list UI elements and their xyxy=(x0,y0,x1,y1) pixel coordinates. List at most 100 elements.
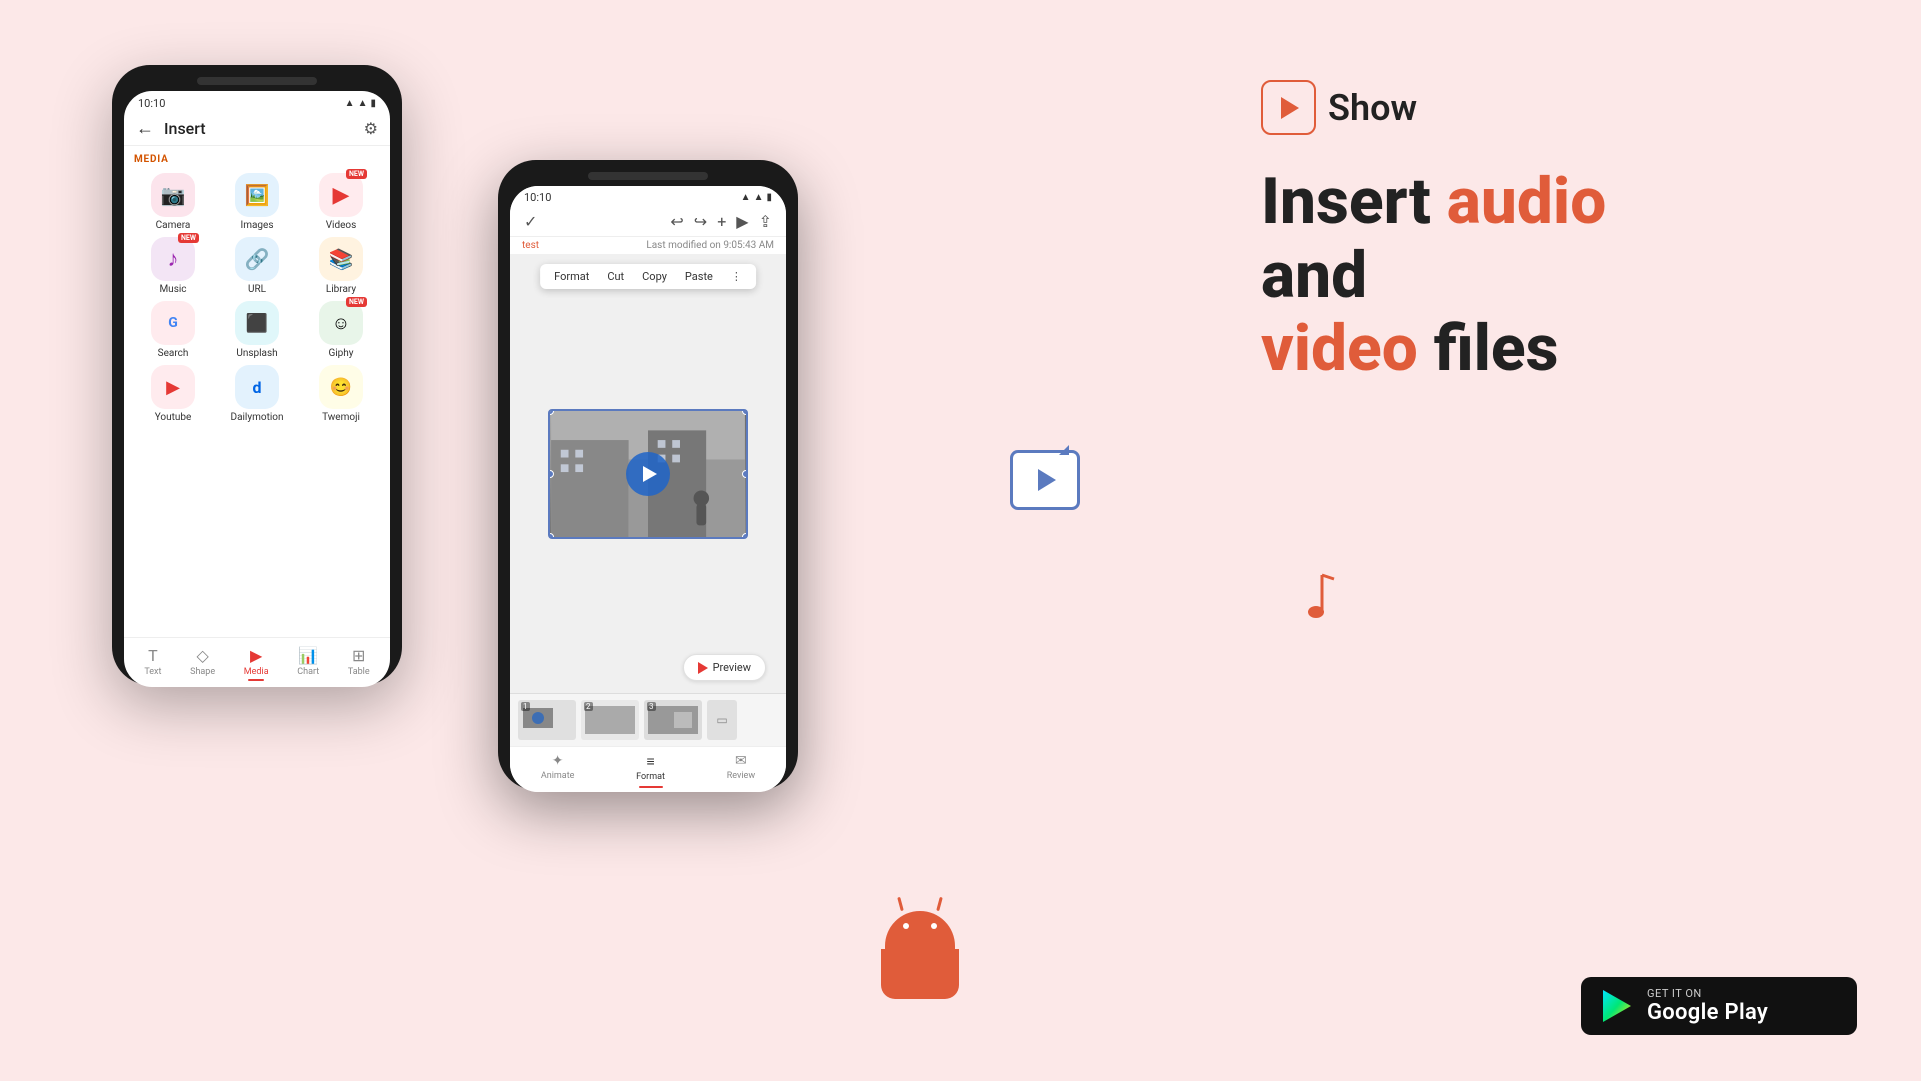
video-play-button[interactable] xyxy=(626,452,670,496)
share-icon[interactable]: ⇪ xyxy=(759,212,772,231)
slide-label-bar: test Last modified on 9:05:43 AM xyxy=(510,237,786,254)
nav-chart[interactable]: 📊 Chart xyxy=(297,646,319,681)
bottom-tabs-right: ✦ Animate ≡ Format ✉ Review xyxy=(510,746,786,792)
video-icon-decoration xyxy=(1010,450,1080,510)
dailymotion-icon: d xyxy=(252,378,261,397)
slide-canvas: Format Cut Copy Paste ⋮ xyxy=(510,254,786,693)
review-tab-icon: ✉ xyxy=(735,753,747,769)
add-slide-button[interactable]: ▭ xyxy=(707,700,737,740)
camera-icon-wrap: 📷 xyxy=(151,173,195,217)
battery-icon-right: ▮ xyxy=(766,192,772,203)
new-badge-videos: NEW xyxy=(346,169,367,179)
resize-handle-tr[interactable] xyxy=(742,409,748,415)
list-item[interactable]: 📚 Library xyxy=(302,237,380,295)
back-button[interactable]: ← xyxy=(136,118,154,139)
headline-line3: video files xyxy=(1261,312,1861,386)
decorative-video-icon xyxy=(1010,450,1080,510)
twemoji-label: Twemoji xyxy=(322,412,360,423)
tab-format[interactable]: ≡ Format xyxy=(636,753,665,788)
list-item[interactable]: ▶ NEW Videos xyxy=(302,173,380,231)
play-icon[interactable]: ▶ xyxy=(736,212,748,231)
android-torso xyxy=(881,949,959,999)
list-item[interactable]: 🔗 URL xyxy=(218,237,296,295)
tab-review[interactable]: ✉ Review xyxy=(727,753,755,788)
list-item[interactable]: 😊 Twemoji xyxy=(302,365,380,423)
brand-logo: Show xyxy=(1261,80,1861,135)
media-grid: 📷 Camera 🖼️ Images ▶ NEW xyxy=(134,173,380,423)
headline-line1: Insert audio xyxy=(1261,165,1861,239)
redo-icon[interactable]: ↪ xyxy=(694,212,707,231)
tab-animate[interactable]: ✦ Animate xyxy=(541,753,575,788)
list-item[interactable]: 🖼️ Images xyxy=(218,173,296,231)
nav-shape[interactable]: ◇ Shape xyxy=(190,646,215,681)
chart-nav-icon: 📊 xyxy=(298,646,318,665)
app-logo-icon xyxy=(1261,80,1316,135)
headline-video: video xyxy=(1261,311,1434,386)
list-item[interactable]: ⬛ Unsplash xyxy=(218,301,296,359)
add-icon[interactable]: + xyxy=(717,212,726,231)
cut-menu-item[interactable]: Cut xyxy=(603,268,628,285)
slide-thumb-3[interactable]: 3 xyxy=(644,700,702,740)
shape-nav-label: Shape xyxy=(190,667,215,677)
dailymotion-label: Dailymotion xyxy=(231,412,284,423)
get-it-on-text: GET IT ON xyxy=(1647,987,1768,1000)
google-play-badge[interactable]: GET IT ON Google Play xyxy=(1581,977,1857,1035)
checkmark-icon[interactable]: ✓ xyxy=(524,212,537,231)
list-item[interactable]: 📷 Camera xyxy=(134,173,212,231)
antenna-right xyxy=(936,897,943,911)
videos-label: Videos xyxy=(326,220,357,231)
slide-number-3: 3 xyxy=(647,702,656,711)
youtube-icon-wrap: ▶ xyxy=(151,365,195,409)
logo-play-triangle xyxy=(1281,97,1299,119)
nav-table[interactable]: ⊞ Table xyxy=(348,646,370,681)
editor-toolbar: ✓ ↩ ↪ + ▶ ⇪ xyxy=(510,207,786,237)
resize-handle-ml[interactable] xyxy=(548,470,554,478)
url-label: URL xyxy=(248,284,266,295)
list-item[interactable]: G Search xyxy=(134,301,212,359)
table-nav-label: Table xyxy=(348,667,370,677)
signal-icon: ▲ xyxy=(358,98,368,109)
resize-handle-br[interactable] xyxy=(742,533,748,539)
format-tab-label: Format xyxy=(636,772,665,782)
settings-icon[interactable]: ⚙ xyxy=(364,119,378,138)
insert-content: MEDIA 📷 Camera 🖼️ Images xyxy=(124,146,390,637)
dailymotion-icon-wrap: d xyxy=(235,365,279,409)
search-icon-wrap: G xyxy=(151,301,195,345)
brand-name: Show xyxy=(1328,87,1417,129)
slide-number-1: 1 xyxy=(521,702,530,711)
add-slide-icon: ▭ xyxy=(716,713,727,727)
twemoji-icon-wrap: 😊 xyxy=(319,365,363,409)
format-menu-item[interactable]: Format xyxy=(550,268,593,285)
list-item[interactable]: ♪ NEW Music xyxy=(134,237,212,295)
nav-media[interactable]: ▶ Media xyxy=(244,646,269,681)
google-play-store-name: Google Play xyxy=(1647,1000,1768,1025)
list-item[interactable]: ☺ NEW Giphy xyxy=(302,301,380,359)
battery-icon: ▮ xyxy=(370,98,376,109)
android-mascot xyxy=(860,911,980,1041)
page-title-left: Insert xyxy=(164,119,364,138)
list-item[interactable]: ▶ Youtube xyxy=(134,365,212,423)
list-item[interactable]: d Dailymotion xyxy=(218,365,296,423)
paste-menu-item[interactable]: Paste xyxy=(681,268,717,285)
table-nav-icon: ⊞ xyxy=(352,646,365,665)
copy-menu-item[interactable]: Copy xyxy=(638,268,671,285)
status-icons-right: ▲ ▲ ▮ xyxy=(741,192,772,203)
decorative-music-icon xyxy=(1290,570,1335,636)
headline-insert: Insert xyxy=(1261,164,1447,239)
more-menu-item[interactable]: ⋮ xyxy=(727,268,746,285)
resize-handle-mr[interactable] xyxy=(742,470,748,478)
music-icon: ♪ xyxy=(168,246,179,272)
video-element[interactable] xyxy=(548,409,748,539)
screen-left: 10:10 ▲ ▲ ▮ ← Insert ⚙ MEDIA 📷 Camera xyxy=(124,91,390,687)
slide-thumb-1[interactable]: 1 xyxy=(518,700,576,740)
library-icon-wrap: 📚 xyxy=(319,237,363,281)
review-tab-label: Review xyxy=(727,771,755,781)
chart-nav-label: Chart xyxy=(297,667,319,677)
undo-icon[interactable]: ↩ xyxy=(670,212,683,231)
preview-button[interactable]: Preview xyxy=(683,654,766,681)
slide-thumb-2[interactable]: 2 xyxy=(581,700,639,740)
preview-play-icon xyxy=(698,662,708,674)
new-badge-music: NEW xyxy=(178,233,199,243)
slide-strip: 1 2 3 ▭ xyxy=(510,693,786,746)
nav-text[interactable]: T Text xyxy=(144,646,161,681)
